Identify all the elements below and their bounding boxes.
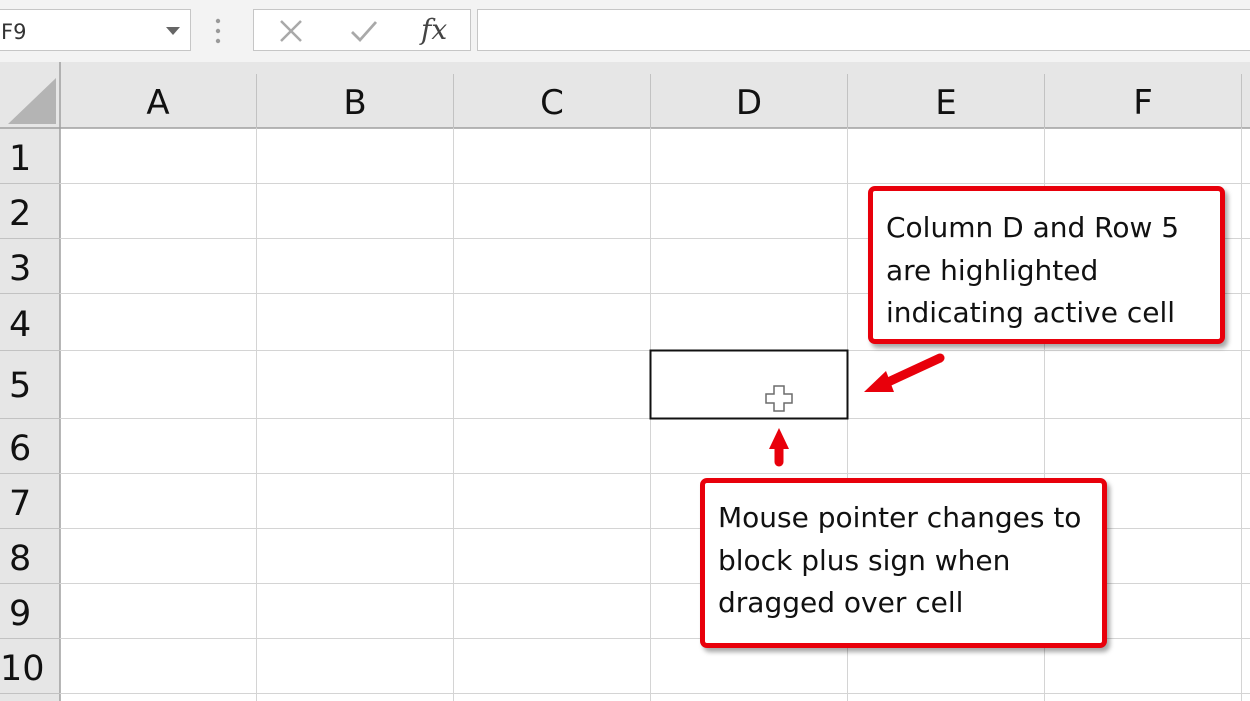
- column-header-d[interactable]: D: [736, 83, 762, 123]
- row-header-1[interactable]: 1: [9, 139, 31, 179]
- column-header-b[interactable]: B: [343, 83, 366, 123]
- callout-text-line: dragged over cell: [718, 586, 964, 619]
- row-header-6[interactable]: 6: [9, 429, 31, 469]
- row-header-5[interactable]: 5: [9, 366, 31, 406]
- column-header-bar: [0, 62, 1250, 128]
- row-header-10[interactable]: 10: [0, 649, 45, 689]
- active-cell-d5[interactable]: [649, 349, 849, 420]
- row-header-4[interactable]: 4: [9, 305, 31, 345]
- row-header-3[interactable]: 3: [9, 249, 31, 289]
- cell-select-cursor-icon: [765, 385, 793, 412]
- column-header-f[interactable]: F: [1133, 83, 1153, 123]
- row-header-7[interactable]: 7: [9, 484, 31, 524]
- callout-active-cell-highlight: Column D and Row 5 are highlighted indic…: [868, 186, 1225, 344]
- column-header-c[interactable]: C: [540, 83, 564, 123]
- callout-text-line: indicating active cell: [886, 296, 1175, 329]
- callout-text-line: Column D and Row 5: [886, 211, 1180, 244]
- row-header-2[interactable]: 2: [9, 194, 31, 234]
- callout-mouse-pointer: Mouse pointer changes to block plus sign…: [700, 478, 1107, 648]
- column-header-e[interactable]: E: [935, 83, 956, 123]
- row-header-9[interactable]: 9: [9, 594, 31, 634]
- row-header-8[interactable]: 8: [9, 539, 31, 579]
- callout-text-line: Mouse pointer changes to: [718, 501, 1082, 534]
- callout-text-line: are highlighted: [886, 253, 1099, 287]
- column-header-a[interactable]: A: [146, 83, 169, 123]
- callout-text-line: block plus sign when: [718, 543, 1011, 577]
